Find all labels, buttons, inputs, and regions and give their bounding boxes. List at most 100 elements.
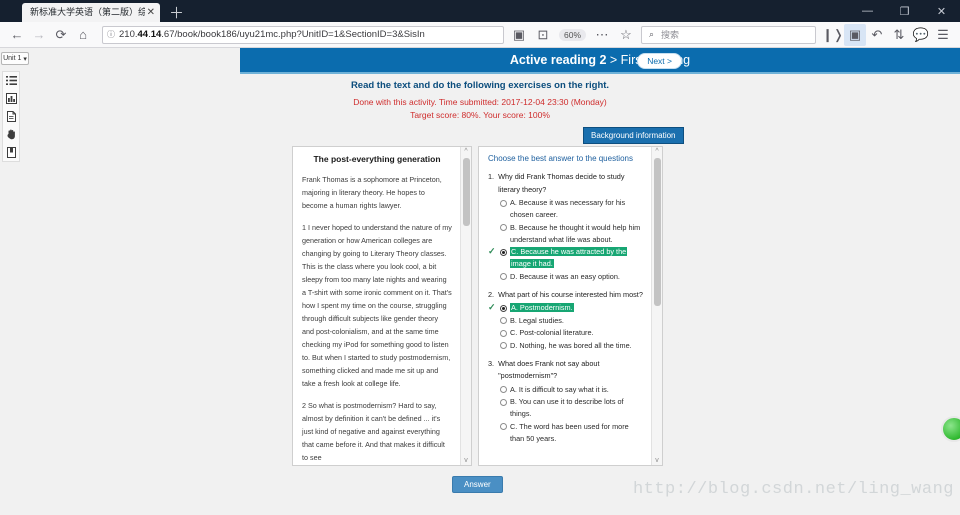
- option-row-correct[interactable]: ✓ A. Postmodernism.: [488, 302, 643, 314]
- browser-tab[interactable]: 新标准大学英语（第二版）综合教 ✕: [22, 3, 160, 22]
- bookmark-star-icon[interactable]: ☆: [615, 24, 637, 46]
- sync-icon[interactable]: ⇅: [888, 24, 910, 46]
- question-block: 1. Why did Frank Thomas decide to study …: [488, 171, 643, 283]
- page-title-bold: Active reading 2: [509, 53, 607, 67]
- option-row[interactable]: A. It is difficult to say what it is.: [488, 384, 643, 396]
- minimize-icon[interactable]: —: [849, 0, 886, 22]
- zoom-level-badge[interactable]: 60%: [558, 28, 586, 41]
- close-icon[interactable]: ✕: [147, 7, 155, 18]
- passage-paragraph: 2 So what is postmodernism? Hard to say,…: [302, 401, 445, 462]
- option-label: B. Legal studies.: [510, 315, 564, 325]
- maximize-icon[interactable]: ❐: [886, 0, 923, 22]
- undo-icon[interactable]: ↶: [866, 24, 888, 46]
- option-row[interactable]: D. Because it was an easy option.: [488, 271, 643, 283]
- forward-icon[interactable]: →: [28, 24, 50, 46]
- search-input[interactable]: ⌕ 搜索: [641, 25, 816, 44]
- reading-pane-scrollbar[interactable]: ^ v: [460, 147, 471, 465]
- back-icon[interactable]: ←: [6, 24, 28, 46]
- check-icon: ✓: [488, 302, 496, 312]
- browser-nav-bar: ← → ⟳ ⌂ ⓘ 210.44.14.67/book/book186/uyu2…: [0, 22, 960, 48]
- hand-icon[interactable]: [6, 129, 17, 140]
- chat-icon[interactable]: 💬: [910, 24, 932, 46]
- option-row[interactable]: B. Because he thought it would help him …: [488, 222, 643, 246]
- pocket-icon[interactable]: ⊡: [532, 24, 554, 46]
- watermark-text: http://blog.csdn.net/ling_wang: [632, 480, 954, 499]
- option-label-highlight: A. Postmodernism.: [510, 303, 574, 312]
- browser-title-bar: 新标准大学英语（第二版）综合教 ✕ ＋ — ❐ ✕: [0, 0, 960, 22]
- option-row[interactable]: D. Nothing, he was bored all the time.: [488, 340, 643, 352]
- radio-button[interactable]: [500, 273, 507, 280]
- question-text: 2. What part of his course interested hi…: [488, 289, 643, 302]
- option-row-correct[interactable]: ✓ C. Because he was attracted by the ima…: [488, 246, 643, 270]
- option-label: B. You can use it to describe lots of th…: [510, 397, 624, 418]
- address-bar[interactable]: ⓘ 210.44.14.67/book/book186/uyu21mc.php?…: [102, 25, 504, 44]
- option-row[interactable]: A. Because it was necessary for his chos…: [488, 197, 643, 221]
- chevron-down-icon: ▾: [23, 55, 27, 63]
- scroll-down-icon[interactable]: v: [655, 456, 659, 465]
- reading-passage-body: The post-everything generation Frank Tho…: [293, 147, 460, 465]
- scroll-up-icon[interactable]: ^: [655, 147, 658, 156]
- questions-header: Choose the best answer to the questions: [488, 154, 633, 163]
- search-icon: ⌕: [648, 29, 655, 39]
- window-close-icon[interactable]: ✕: [923, 0, 960, 22]
- question-number: 2.: [488, 289, 495, 299]
- overflow-icon[interactable]: ⋯: [591, 24, 613, 46]
- option-label: B. Because he thought it would help him …: [510, 222, 641, 244]
- answer-button[interactable]: Answer: [452, 476, 503, 493]
- scrollbar-thumb[interactable]: [654, 158, 661, 306]
- radio-button[interactable]: [500, 304, 507, 312]
- radio-button[interactable]: [500, 224, 507, 231]
- question-prompt: What does Frank not say about "postmoder…: [498, 358, 600, 381]
- scroll-down-icon[interactable]: v: [464, 456, 468, 465]
- radio-button[interactable]: [500, 199, 507, 207]
- radio-button[interactable]: [500, 248, 507, 256]
- unit-label: Unit 1: [3, 55, 22, 62]
- passage-paragraph: Frank Thomas is a sophomore at Princeton…: [302, 175, 442, 210]
- background-information-button[interactable]: Background information: [583, 127, 684, 144]
- option-row[interactable]: B. You can use it to describe lots of th…: [488, 396, 643, 420]
- radio-button[interactable]: [500, 329, 507, 337]
- status-line-submitted: Done with this activity. Time submitted:…: [353, 97, 607, 107]
- address-bar-actions: ▣ ⊡ 60% ⋯ ☆: [508, 24, 637, 46]
- questions-pane-scrollbar[interactable]: ^ v: [651, 147, 662, 465]
- question-prompt: What part of his course interested him m…: [498, 289, 643, 299]
- reading-passage-pane: The post-everything generation Frank Tho…: [292, 146, 472, 466]
- reload-icon[interactable]: ⟳: [50, 24, 72, 46]
- question-text: 1. Why did Frank Thomas decide to study …: [488, 171, 643, 196]
- question-number: 3.: [488, 358, 495, 368]
- radio-button[interactable]: [500, 398, 507, 406]
- page-content: Unit 1 ▾ Active reading 2 > First readin…: [0, 48, 960, 515]
- new-tab-icon[interactable]: ＋: [169, 6, 184, 21]
- radio-button[interactable]: [500, 317, 507, 324]
- floating-green-widget[interactable]: [941, 416, 960, 442]
- library-icon[interactable]: ❙❭: [822, 24, 844, 46]
- question-text: 3. What does Frank not say about "postmo…: [488, 358, 643, 383]
- scrollbar-thumb[interactable]: [463, 158, 470, 226]
- question-block: 2. What part of his course interested hi…: [488, 289, 643, 352]
- unit-selector[interactable]: Unit 1 ▾: [1, 52, 29, 65]
- next-button[interactable]: Next >: [637, 53, 682, 69]
- radio-button[interactable]: [500, 342, 507, 349]
- option-row[interactable]: C. Post-colonial literature.: [488, 327, 643, 339]
- toolbar-actions: ❙❭ ▣ ↶ ⇅ 💬 ☰: [822, 23, 954, 46]
- option-row[interactable]: B. Legal studies.: [488, 315, 643, 327]
- status-text: Done with this activity. Time submitted:…: [0, 96, 960, 122]
- reader-view-icon[interactable]: ▣: [508, 24, 530, 46]
- radio-button[interactable]: [500, 386, 507, 393]
- check-icon: ✓: [488, 246, 496, 256]
- book-icon[interactable]: [6, 147, 17, 158]
- option-label: A. Postmodernism.: [510, 302, 643, 314]
- option-label: A. It is difficult to say what it is.: [510, 384, 609, 394]
- question-prompt: Why did Frank Thomas decide to study lit…: [498, 172, 625, 194]
- scroll-up-icon[interactable]: ^: [464, 147, 467, 156]
- home-icon[interactable]: ⌂: [72, 24, 94, 46]
- menu-icon[interactable]: ☰: [932, 24, 954, 46]
- passage-title: The post-everything generation: [313, 154, 441, 164]
- app-header: Active reading 2 > First reading: [240, 48, 960, 74]
- sidebar-toggle-icon[interactable]: ▣: [844, 23, 866, 46]
- questions-body: Choose the best answer to the questions …: [479, 147, 651, 465]
- option-label-highlight: C. Because he was attracted by the image…: [510, 247, 628, 268]
- option-row[interactable]: C. The word has been used for more than …: [488, 421, 643, 445]
- radio-button[interactable]: [500, 423, 507, 430]
- search-placeholder: 搜索: [661, 30, 680, 40]
